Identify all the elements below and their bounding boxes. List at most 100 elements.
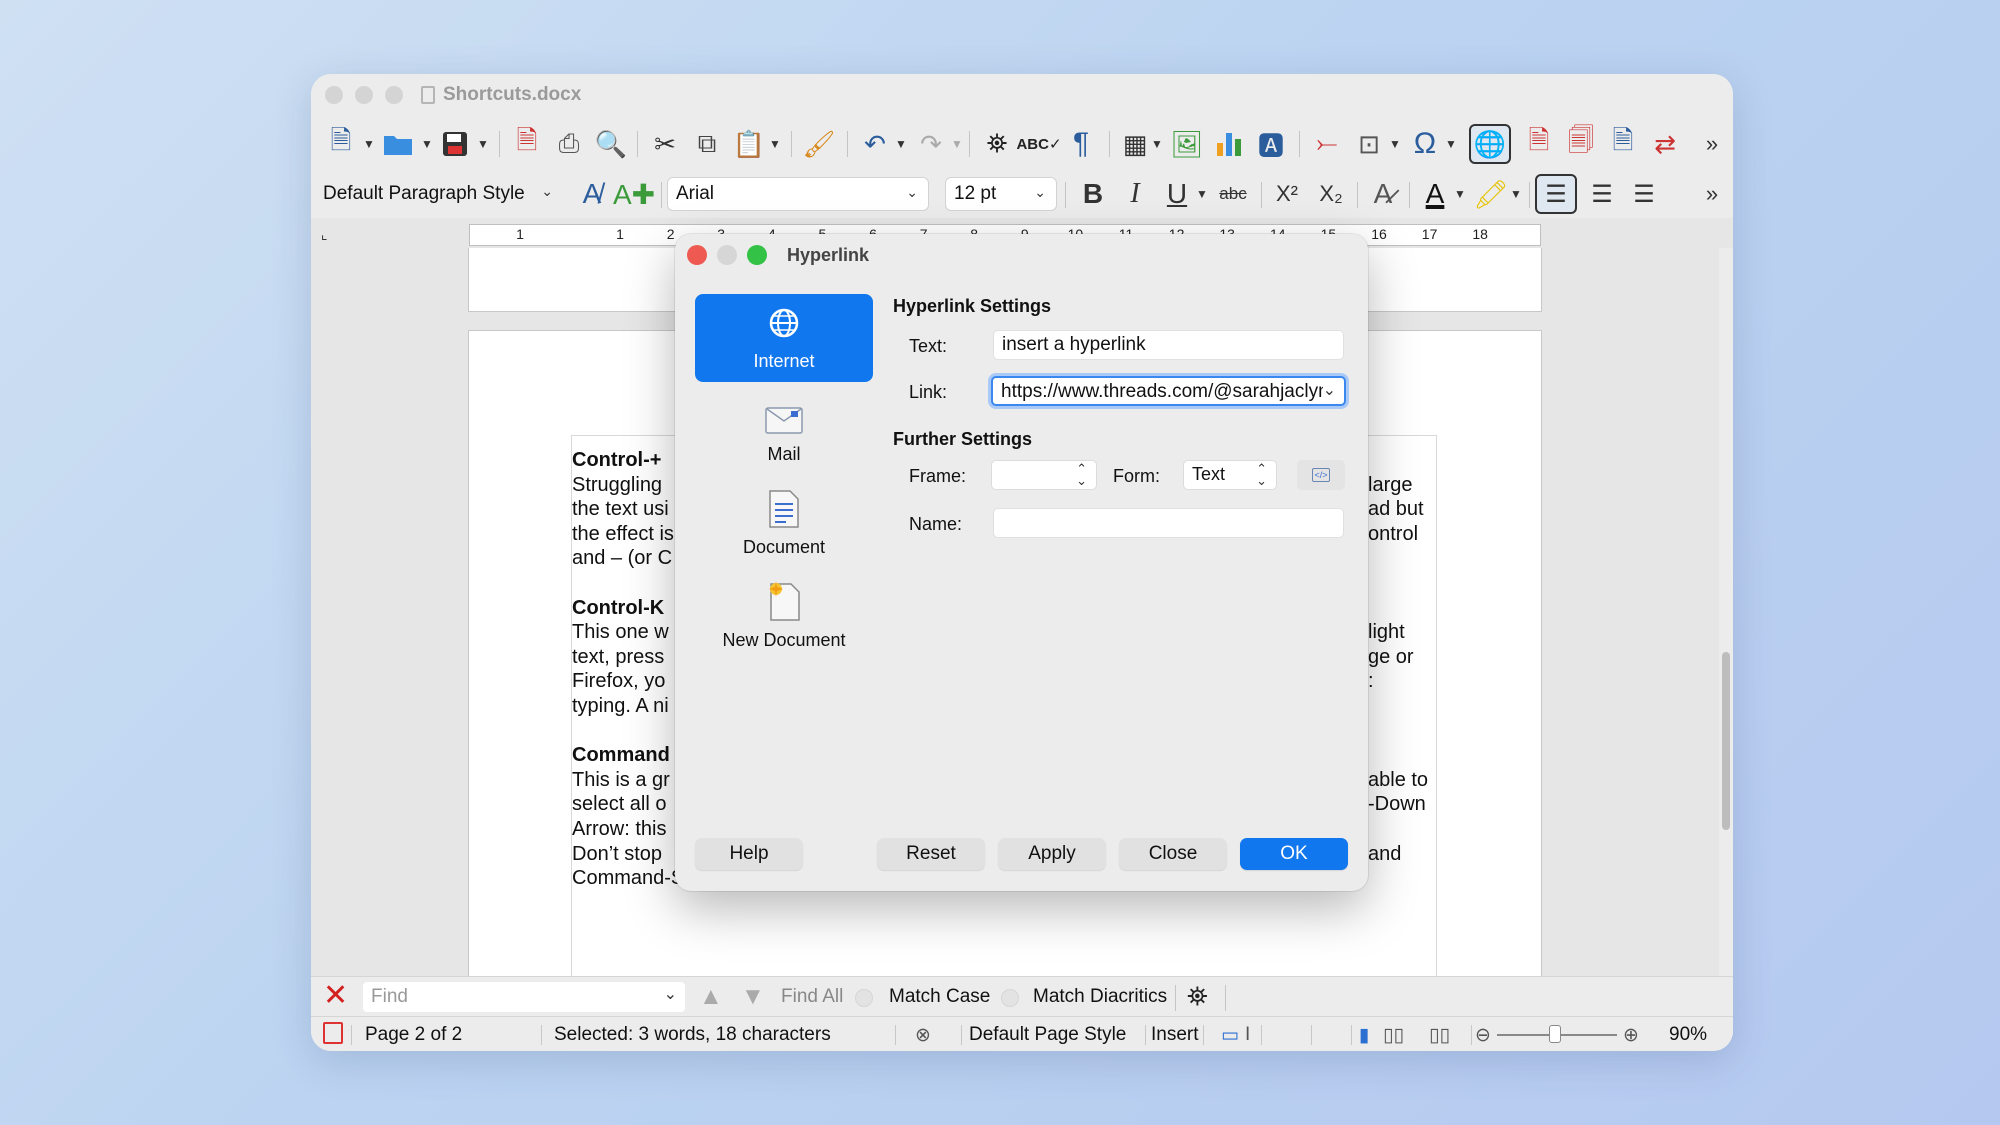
nav-new-document[interactable]: New Document xyxy=(695,573,873,661)
highlighting-color-icon[interactable]: 🖍 xyxy=(1471,174,1511,214)
dialog-close-button[interactable] xyxy=(687,245,707,265)
special-character-omega-icon[interactable]: Ω xyxy=(1405,126,1445,162)
page-style-status[interactable]: Default Page Style xyxy=(969,1024,1126,1046)
special-char-dropdown-chevron-icon[interactable]: ▼ xyxy=(1445,126,1457,162)
align-center-icon[interactable]: ☰ xyxy=(1581,174,1623,214)
frame-select[interactable]: ⌃ ⌄ xyxy=(991,460,1097,490)
formatting-marks-icon[interactable]: ¶ xyxy=(1061,126,1101,162)
close-find-bar-icon[interactable]: ✕ xyxy=(323,981,348,1011)
single-page-view-icon[interactable]: ▮ xyxy=(1359,1024,1369,1047)
insert-footnote-icon[interactable]: 🗎 xyxy=(1519,125,1559,162)
italic-icon[interactable]: I xyxy=(1115,174,1155,214)
undo-icon[interactable]: ↶ xyxy=(855,126,895,162)
help-button[interactable]: Help xyxy=(695,838,803,870)
word-count-status[interactable]: Selected: 3 words, 18 characters xyxy=(554,1024,831,1046)
reset-button[interactable]: Reset xyxy=(877,838,985,870)
insert-table-icon[interactable]: ▦ xyxy=(1115,126,1155,162)
chevron-down-icon[interactable]: ⌄ xyxy=(1322,380,1336,400)
language-icon[interactable]: ⊗ xyxy=(915,1024,931,1047)
redo-dropdown-chevron-icon[interactable]: ▼ xyxy=(951,126,963,162)
insert-endnote-icon[interactable]: 🗐 xyxy=(1561,125,1601,162)
find-all-button[interactable]: Find All xyxy=(781,986,843,1008)
insert-page-break-icon[interactable]: ⤚ xyxy=(1307,126,1347,162)
scroll-thumb[interactable] xyxy=(1722,652,1730,830)
bold-icon[interactable]: B xyxy=(1073,174,1113,214)
name-field[interactable] xyxy=(993,508,1344,538)
open-dropdown-chevron-icon[interactable]: ▼ xyxy=(421,126,433,162)
find-replace-binoculars-icon[interactable]: ⛯ xyxy=(977,126,1017,162)
match-diacritics-checkbox[interactable] xyxy=(1001,989,1019,1007)
align-left-icon[interactable]: ☰ xyxy=(1535,174,1577,214)
document-modified-icon[interactable] xyxy=(323,1022,343,1044)
nav-mail[interactable]: Mail xyxy=(695,387,873,475)
selection-mode-icon[interactable]: ▭ xyxy=(1221,1024,1239,1047)
font-name-select[interactable]: Arial ⌄ xyxy=(667,177,929,211)
window-minimize-button[interactable] xyxy=(355,86,373,104)
window-zoom-button[interactable] xyxy=(385,86,403,104)
insert-mode-status[interactable]: Insert xyxy=(1151,1024,1199,1046)
book-view-icon[interactable]: ▯▯ xyxy=(1429,1024,1450,1047)
window-close-button[interactable] xyxy=(325,86,343,104)
print-preview-icon[interactable]: 🔍 xyxy=(591,126,631,162)
zoom-level[interactable]: 90% xyxy=(1669,1024,1707,1046)
clone-formatting-icon[interactable]: 🖌 xyxy=(799,126,839,162)
undo-dropdown-chevron-icon[interactable]: ▼ xyxy=(895,126,907,162)
new-style-icon[interactable]: A✚ xyxy=(613,174,655,214)
clear-formatting-icon[interactable]: A̷ xyxy=(1363,174,1403,214)
nav-internet[interactable]: Internet xyxy=(695,294,873,382)
font-color-dropdown-chevron-icon[interactable]: ▼ xyxy=(1453,174,1467,214)
save-dropdown-chevron-icon[interactable]: ▼ xyxy=(477,126,489,162)
redo-icon[interactable]: ↷ xyxy=(911,126,951,162)
insert-chart-icon[interactable] xyxy=(1209,126,1249,162)
insert-field-icon[interactable]: ⊡ xyxy=(1349,126,1389,162)
events-button[interactable]: </> xyxy=(1297,460,1345,490)
find-replace-binoculars-icon[interactable]: ⛯ xyxy=(1187,981,1208,1013)
page-number-status[interactable]: Page 2 of 2 xyxy=(365,1024,462,1046)
dialog-zoom-button[interactable] xyxy=(747,245,767,265)
font-size-select[interactable]: 12 pt ⌄ xyxy=(945,177,1057,211)
multi-page-view-icon[interactable]: ▯▯ xyxy=(1383,1024,1404,1047)
tab-stop-type-icon[interactable]: ⌞ xyxy=(321,226,328,243)
strikethrough-icon[interactable]: abc xyxy=(1211,174,1255,214)
insert-hyperlink-icon[interactable]: 🌐 xyxy=(1469,124,1511,164)
underline-icon[interactable]: U xyxy=(1157,174,1197,214)
text-field[interactable]: insert a hyperlink xyxy=(993,330,1344,360)
cut-icon[interactable]: ✂ xyxy=(645,126,685,162)
zoom-slider-handle[interactable] xyxy=(1549,1025,1561,1043)
open-folder-icon[interactable] xyxy=(377,126,419,162)
zoom-out-icon[interactable]: ⊖ xyxy=(1475,1024,1491,1047)
save-icon[interactable] xyxy=(435,126,475,162)
close-button[interactable]: Close xyxy=(1119,838,1227,870)
more-formatting-chevron-icon[interactable]: » xyxy=(1697,174,1727,214)
match-case-checkbox[interactable] xyxy=(855,989,873,1007)
table-dropdown-chevron-icon[interactable]: ▼ xyxy=(1151,126,1163,162)
zoom-in-icon[interactable]: ⊕ xyxy=(1623,1024,1639,1047)
more-toolbar-chevron-icon[interactable]: » xyxy=(1697,126,1727,162)
form-select[interactable]: Text ⌃ ⌄ xyxy=(1183,460,1277,490)
insert-image-icon[interactable]: 🖼 xyxy=(1167,126,1207,162)
highlight-dropdown-chevron-icon[interactable]: ▼ xyxy=(1509,174,1523,214)
find-next-icon[interactable]: ▼ xyxy=(741,983,765,1011)
insert-cross-reference-icon[interactable]: ⇄ xyxy=(1645,126,1685,162)
chevron-down-icon[interactable]: ⌄ xyxy=(664,984,677,1004)
find-input[interactable]: Find ⌄ xyxy=(363,982,685,1012)
find-previous-icon[interactable]: ▲ xyxy=(699,983,723,1011)
paste-dropdown-chevron-icon[interactable]: ▼ xyxy=(769,126,781,162)
paste-icon[interactable]: 📋 xyxy=(729,126,769,162)
ok-button[interactable]: OK xyxy=(1240,838,1348,870)
copy-icon[interactable]: ⧉ xyxy=(687,126,727,162)
print-icon[interactable]: ⎙ xyxy=(549,126,589,162)
paragraph-style-select[interactable]: Default Paragraph Style ⌄ xyxy=(315,177,563,211)
vertical-scrollbar[interactable] xyxy=(1719,248,1733,1050)
nav-document[interactable]: Document xyxy=(695,480,873,568)
link-combobox[interactable]: https://www.threads.com/@sarahjaclyn ⌄ xyxy=(991,376,1346,406)
new-dropdown-chevron-icon[interactable]: ▼ xyxy=(363,126,375,162)
align-right-icon[interactable]: ☰ xyxy=(1623,174,1665,214)
apply-button[interactable]: Apply xyxy=(998,838,1106,870)
spelling-icon[interactable]: ABC✓ xyxy=(1016,126,1061,162)
superscript-icon[interactable]: X² xyxy=(1267,174,1307,214)
field-dropdown-chevron-icon[interactable]: ▼ xyxy=(1389,126,1401,162)
font-color-icon[interactable]: A xyxy=(1415,174,1455,214)
insert-text-box-icon[interactable]: 🅰 xyxy=(1251,126,1291,162)
new-document-icon[interactable]: 🗎 xyxy=(321,125,361,162)
